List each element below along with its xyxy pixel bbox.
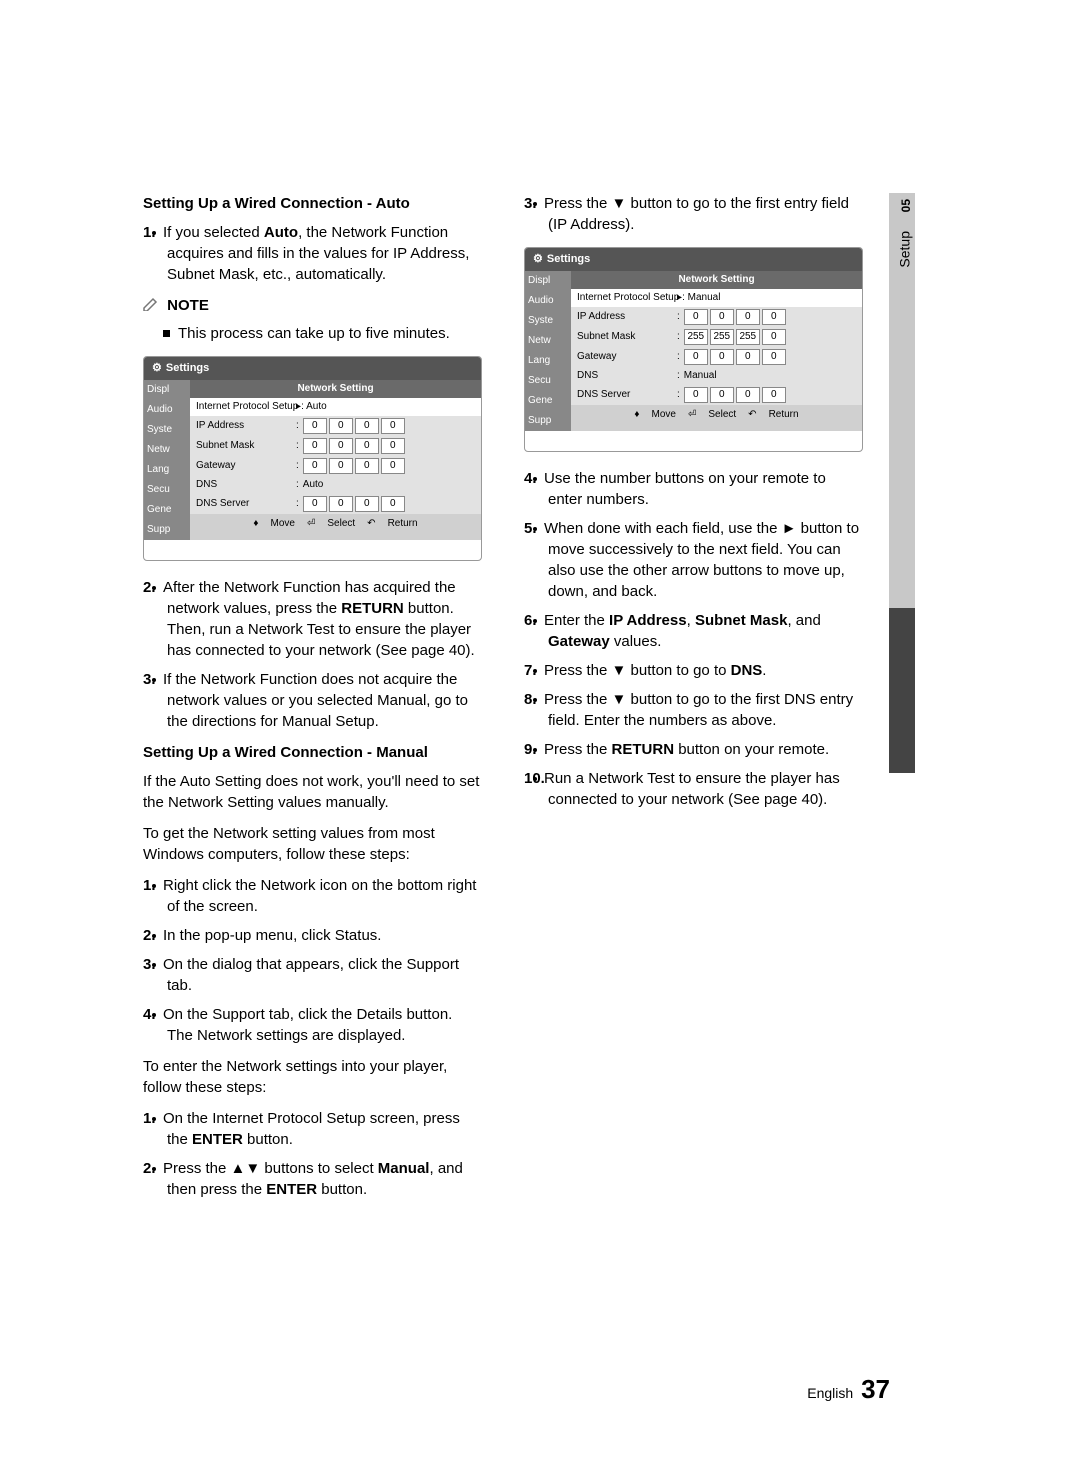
move-icon: ♦	[253, 518, 258, 529]
list-item: 3.On the dialog that appears, click the …	[167, 954, 482, 996]
side-block	[889, 608, 915, 773]
list-item: 1.Right click the Network icon on the bo…	[167, 875, 482, 917]
list: 3.Press the ▼ button to go to the first …	[524, 193, 863, 235]
chapter-number: 05	[889, 199, 915, 212]
row-ips: Internet Protocol Setup : Manual▸	[571, 289, 862, 307]
panel-title: ⚙Settings	[144, 357, 481, 380]
list-item: 7.Press the ▼ button to go to DNS.	[548, 660, 863, 681]
right-column: 3.Press the ▼ button to go to the first …	[524, 193, 863, 1210]
list: 1.Right click the Network icon on the bo…	[143, 875, 482, 1046]
list-item: 8.Press the ▼ button to go to the first …	[548, 689, 863, 731]
row-sm: Subnet Mask:0000	[190, 436, 481, 456]
pencil-icon	[143, 296, 159, 317]
list-item: 10.Run a Network Test to ensure the play…	[548, 768, 863, 810]
list: 1.If you selected Auto, the Network Func…	[143, 222, 482, 285]
heading-auto: Setting Up a Wired Connection - Auto	[143, 193, 482, 214]
select-icon: ⏎	[307, 518, 315, 529]
list-item: 2.In the pop-up menu, click Status.	[167, 925, 482, 946]
content: Setting Up a Wired Connection - Auto 1.I…	[143, 193, 863, 1210]
settings-panel: ⚙Settings Displ Audio Syste Netw Lang Se…	[143, 356, 482, 561]
row-ips: Internet Protocol Setup : Auto▸	[190, 398, 481, 416]
list-item: 6.Enter the IP Address, Subnet Mask, and…	[548, 610, 863, 652]
row-gw: Gateway:0000	[571, 347, 862, 367]
gear-icon: ⚙	[152, 362, 162, 374]
row-dsv: DNS Server:0000	[571, 385, 862, 405]
page-number: 37	[861, 1374, 890, 1404]
return-icon: ↶	[367, 518, 375, 529]
panel-main: Network Setting Internet Protocol Setup …	[190, 380, 481, 540]
panel-main: Network Setting Internet Protocol Setup …	[571, 271, 862, 431]
bullet-icon	[163, 330, 170, 337]
panel-sidebar: Displ Audio Syste Netw Lang Secu Gene Su…	[525, 271, 571, 431]
list-item: 2.After the Network Function has acquire…	[167, 577, 482, 661]
list-item: 3.If the Network Function does not acqui…	[167, 669, 482, 732]
row-dsv: DNS Server:0000	[190, 494, 481, 514]
select-icon: ⏎	[688, 409, 696, 420]
list: 1.On the Internet Protocol Setup screen,…	[143, 1108, 482, 1200]
panel-sidebar: Displ Audio Syste Netw Lang Secu Gene Su…	[144, 380, 190, 540]
panel-footer: ♦Move⏎Select↶Return	[571, 405, 862, 425]
footer-lang: English	[807, 1385, 853, 1401]
gear-icon: ⚙	[533, 253, 543, 265]
list-item: 4.Use the number buttons on your remote …	[548, 468, 863, 510]
panel-footer: ♦Move⏎Select↶Return	[190, 514, 481, 534]
list-item: 3.Press the ▼ button to go to the first …	[548, 193, 863, 235]
chevron-right-icon: ▸	[296, 400, 301, 414]
left-column: Setting Up a Wired Connection - Auto 1.I…	[143, 193, 482, 1210]
row-sm: Subnet Mask:2552552550	[571, 327, 862, 347]
panel-header: Network Setting	[190, 380, 481, 398]
heading-manual: Setting Up a Wired Connection - Manual	[143, 742, 482, 763]
list-item: 9.Press the RETURN button on your remote…	[548, 739, 863, 760]
list-item: 2.Press the ▲▼ buttons to select Manual,…	[167, 1158, 482, 1200]
list: 2.After the Network Function has acquire…	[143, 577, 482, 732]
panel-header: Network Setting	[571, 271, 862, 289]
row-dns: DNS:Manual	[571, 367, 862, 385]
list-item: 5.When done with each field, use the ► b…	[548, 518, 863, 602]
row-ip: IP Address:0000	[571, 307, 862, 327]
paragraph: To get the Network setting values from m…	[143, 823, 482, 865]
list-item: 1.If you selected Auto, the Network Func…	[167, 222, 482, 285]
return-icon: ↶	[748, 409, 756, 420]
paragraph: If the Auto Setting does not work, you'l…	[143, 771, 482, 813]
page-footer: English 37	[807, 1371, 890, 1407]
chevron-right-icon: ▸	[677, 291, 682, 305]
row-dns: DNS:Auto	[190, 476, 481, 494]
note-heading: NOTE	[143, 295, 482, 317]
move-icon: ♦	[634, 409, 639, 420]
row-gw: Gateway:0000	[190, 456, 481, 476]
settings-panel: ⚙Settings Displ Audio Syste Netw Lang Se…	[524, 247, 863, 452]
panel-title: ⚙Settings	[525, 248, 862, 271]
paragraph: To enter the Network settings into your …	[143, 1056, 482, 1098]
list-item: 4.On the Support tab, click the Details …	[167, 1004, 482, 1046]
list-item: 1.On the Internet Protocol Setup screen,…	[167, 1108, 482, 1150]
note-body: This process can take up to five minutes…	[143, 323, 482, 344]
row-ip: IP Address:0000	[190, 416, 481, 436]
chapter-label: Setup	[889, 231, 915, 268]
list: 4.Use the number buttons on your remote …	[524, 468, 863, 810]
page: 05 Setup Setting Up a Wired Connection -…	[0, 0, 1080, 1477]
